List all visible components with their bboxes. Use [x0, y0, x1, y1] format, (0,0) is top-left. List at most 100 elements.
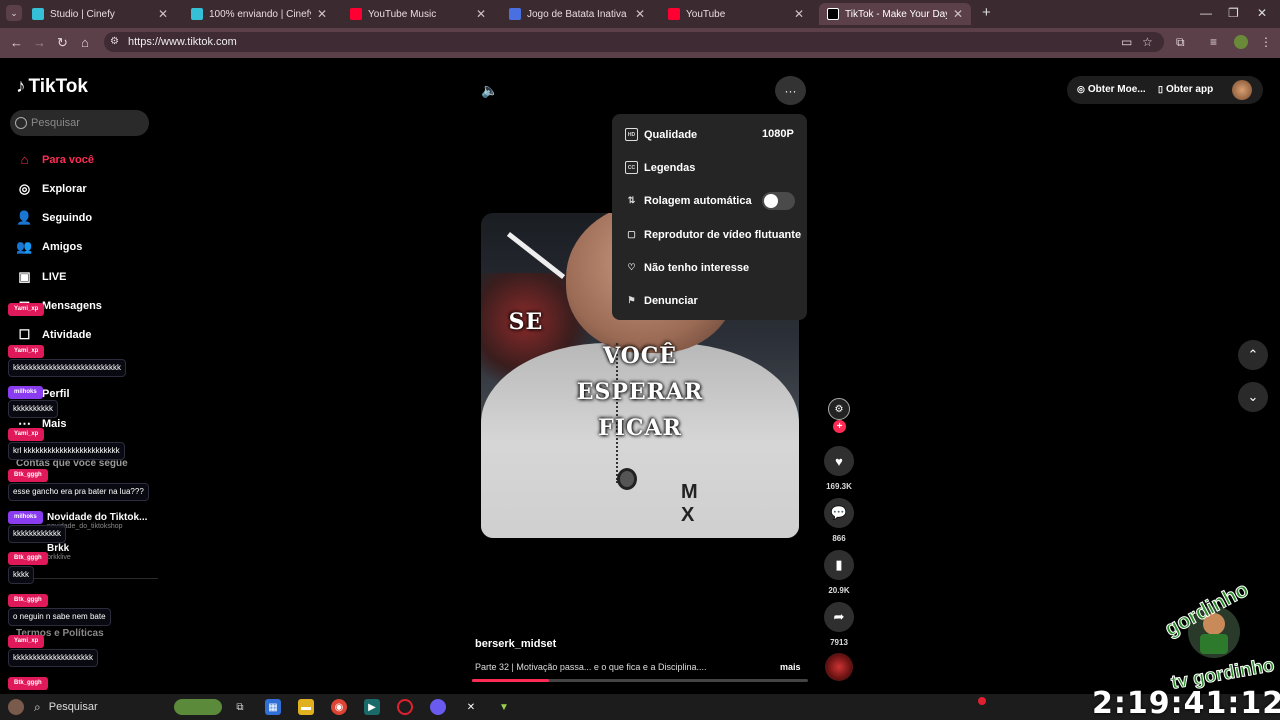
- messenger-icon[interactable]: [430, 699, 446, 715]
- previous-video-button[interactable]: ⌃: [1238, 340, 1268, 370]
- weather-widget-icon[interactable]: [174, 699, 222, 715]
- tiktok-logo[interactable]: ♪ TikTok: [16, 76, 88, 98]
- bookmark-star-icon[interactable]: ☆: [1142, 35, 1153, 49]
- back-icon[interactable]: ←: [10, 35, 23, 50]
- sidebar-item-following[interactable]: 👤 Seguindo: [16, 209, 92, 226]
- cast-icon[interactable]: ▭: [1121, 35, 1132, 49]
- reading-list-icon[interactable]: ≡: [1210, 35, 1217, 49]
- chat-username: Btk_gggh: [8, 552, 48, 565]
- file-explorer-icon[interactable]: ▬: [298, 699, 314, 715]
- like-button[interactable]: ♥: [824, 446, 854, 476]
- capcut-icon[interactable]: ✕: [463, 699, 479, 715]
- tiktok-note-icon: ♪: [16, 76, 26, 97]
- menu-item-label: Qualidade: [644, 128, 698, 141]
- browser-menu-icon[interactable]: ⋮: [1260, 35, 1272, 49]
- follow-plus-button[interactable]: +: [833, 420, 846, 433]
- sidebar-item-compass[interactable]: ◎ Explorar: [16, 180, 87, 197]
- home-icon: ⌂: [20, 152, 29, 167]
- music-disc-icon[interactable]: [825, 653, 853, 681]
- chrome-icon[interactable]: ◉: [331, 699, 347, 715]
- task-view-icon[interactable]: ⧉: [232, 699, 248, 715]
- more-description-link[interactable]: mais: [780, 662, 801, 672]
- svg-text:tv gordinho: tv gordinho: [1170, 655, 1277, 690]
- browser-tab[interactable]: TikTok - Make Your Day ✕: [819, 3, 971, 25]
- site-info-icon[interactable]: ⚙: [110, 36, 119, 47]
- more-options-button[interactable]: ···: [775, 76, 806, 105]
- menu-item-floating-player[interactable]: ▢ Reprodutor de vídeo flutuante: [625, 228, 801, 241]
- following-name-2[interactable]: Brkk: [47, 543, 69, 554]
- sidebar-item-label: Atividade: [42, 328, 92, 341]
- get-app-button[interactable]: ▯ Obter app: [1158, 84, 1213, 95]
- minimize-icon[interactable]: —: [1200, 6, 1212, 20]
- video-author[interactable]: berserk_midset: [475, 638, 556, 650]
- menu-item-label: Denunciar: [644, 294, 698, 307]
- save-count: 20.9K: [828, 586, 850, 595]
- tab-close-icon[interactable]: ✕: [158, 7, 168, 21]
- following-name-1[interactable]: Novidade do Tiktok...: [47, 512, 147, 523]
- taskbar-search[interactable]: ⌕ Pesquisar: [34, 698, 164, 716]
- friends-icon: 👥: [16, 238, 33, 254]
- browser-tab[interactable]: Studio | Cinefy ✕: [24, 3, 176, 25]
- comment-icon: 💬: [830, 505, 848, 520]
- user-avatar[interactable]: [1232, 80, 1252, 100]
- shirt-logo: MX: [681, 481, 698, 526]
- chevron-down-icon: ⌄: [1247, 389, 1259, 404]
- video-progress-bar[interactable]: [472, 679, 808, 682]
- live-icon: ▣: [18, 268, 31, 284]
- tab-title: TikTok - Make Your Day: [845, 8, 947, 20]
- browser-tab[interactable]: 100% enviando | Cinefy ✕: [183, 3, 335, 25]
- sidebar-item-friends[interactable]: 👥 Amigos: [16, 238, 82, 255]
- opera-icon[interactable]: [397, 699, 413, 715]
- more-dots-icon: ···: [784, 83, 797, 98]
- sidebar-item-label: Perfil: [42, 387, 70, 400]
- get-coins-button[interactable]: ◎ Obter Moe...: [1077, 84, 1146, 95]
- sidebar-item-live[interactable]: ▣ LIVE: [16, 268, 66, 285]
- search-input[interactable]: Pesquisar: [10, 110, 149, 136]
- menu-item-flag[interactable]: ⚑ Denunciar: [625, 294, 698, 307]
- tab-close-icon[interactable]: ✕: [476, 7, 486, 21]
- taskbar-search-label: Pesquisar: [48, 701, 98, 713]
- share-icon: ➦: [833, 609, 845, 624]
- tab-search-button[interactable]: ⌄: [6, 5, 22, 21]
- profile-avatar[interactable]: [1234, 35, 1248, 49]
- tab-close-icon[interactable]: ✕: [794, 7, 804, 21]
- next-video-button[interactable]: ⌄: [1238, 382, 1268, 412]
- tab-close-icon[interactable]: ✕: [953, 7, 963, 21]
- reload-icon[interactable]: ↻: [57, 35, 68, 51]
- home-icon[interactable]: ⌂: [81, 35, 89, 50]
- user-tile-icon[interactable]: [8, 699, 24, 715]
- menu-item-autoscroll[interactable]: ⇅ Rolagem automática: [625, 194, 752, 207]
- address-bar[interactable]: [104, 32, 1164, 52]
- tab-close-icon[interactable]: ✕: [635, 7, 645, 21]
- menu-item-heart-broken[interactable]: ♡ Não tenho interesse: [625, 261, 749, 274]
- forward-icon[interactable]: →: [33, 35, 46, 50]
- sidebar-item-home[interactable]: ⌂ Para você: [16, 151, 94, 168]
- share-button[interactable]: ➦: [824, 602, 854, 632]
- close-window-icon[interactable]: ✕: [1257, 6, 1267, 20]
- browser-tab[interactable]: YouTube ✕: [660, 3, 812, 25]
- autoscroll-icon: ⇅: [627, 195, 636, 205]
- volume-icon[interactable]: 🔈: [481, 82, 498, 99]
- sidebar-item-activity[interactable]: ☐ Atividade: [16, 326, 92, 343]
- sidebar-item-label: Amigos: [42, 240, 83, 253]
- new-tab-button[interactable]: +: [982, 4, 991, 21]
- save-button[interactable]: ▮: [824, 550, 854, 580]
- search-placeholder: Pesquisar: [31, 117, 80, 129]
- autoscroll-toggle[interactable]: [762, 192, 795, 210]
- tab-close-icon[interactable]: ✕: [317, 7, 327, 21]
- browser-tab[interactable]: Jogo de Batata Inativa | Jogue ✕: [501, 3, 653, 25]
- browser-tab[interactable]: YouTube Music ✕: [342, 3, 494, 25]
- tab-favicon-icon: [350, 8, 362, 20]
- creator-avatar[interactable]: ⚙: [828, 398, 850, 420]
- menu-item-hd[interactable]: HD Qualidade: [625, 128, 697, 141]
- sidebar-item-label: LIVE: [42, 270, 67, 283]
- restore-icon[interactable]: ❐: [1228, 6, 1239, 20]
- vegas-icon[interactable]: ▼: [496, 699, 512, 715]
- menu-item-captions[interactable]: CC Legendas: [625, 161, 695, 174]
- tab-favicon-icon: [509, 8, 521, 20]
- extensions-icon[interactable]: ⧉: [1176, 35, 1185, 50]
- app-icon-1[interactable]: ▶: [364, 699, 380, 715]
- store-icon[interactable]: ▦: [265, 699, 281, 715]
- comment-button[interactable]: 💬: [824, 498, 854, 528]
- video-light-streak: [506, 231, 566, 280]
